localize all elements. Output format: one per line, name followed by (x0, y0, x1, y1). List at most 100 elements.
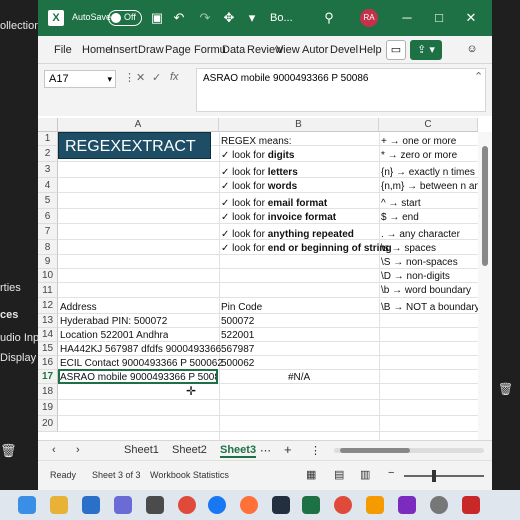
save-icon[interactable]: ▣ (148, 9, 166, 27)
row-header[interactable]: 16 (38, 356, 58, 370)
cell-b6[interactable]: ✓ look for invoice format (221, 212, 336, 223)
app-icon[interactable] (462, 496, 480, 514)
sheet-tab-3[interactable]: Sheet3 (220, 444, 257, 458)
trash-icon[interactable]: 🗑 (0, 443, 17, 459)
cell-b3[interactable]: ✓ look for letters (221, 167, 298, 178)
chevron-down-icon[interactable]: ▾ (107, 71, 112, 87)
page-break-icon[interactable]: ▥ (360, 468, 370, 481)
teams-icon[interactable] (114, 496, 132, 514)
cell-c2[interactable]: * → zero or more (381, 150, 457, 161)
cell-b5[interactable]: ✓ look for email format (221, 198, 327, 209)
tab-developer[interactable]: Devel (330, 44, 358, 56)
page-layout-icon[interactable]: ▤ (334, 468, 344, 481)
workbook-statistics-button[interactable]: Workbook Statistics (150, 470, 229, 480)
cell-c7[interactable]: . → any character (381, 229, 460, 240)
cell-b1[interactable]: REGEX means: (221, 136, 292, 147)
app-icon[interactable] (146, 496, 164, 514)
row-header[interactable]: 12 (38, 298, 58, 314)
cell-b14[interactable]: 522001 (221, 330, 254, 341)
avatar[interactable]: RA (360, 9, 378, 27)
expand-formula-icon[interactable]: ⌃ (474, 70, 483, 83)
cell-b8[interactable]: ✓ look for end or beginning of string (221, 243, 392, 254)
outlook-icon[interactable] (82, 496, 100, 514)
cell-c4[interactable]: {n,m} → between n and (381, 181, 478, 192)
cell-b4[interactable]: ✓ look for words (221, 181, 297, 192)
cell-b16[interactable]: 500062 (221, 358, 254, 369)
row-header[interactable]: 9 (38, 255, 58, 269)
chrome-icon[interactable] (334, 496, 352, 514)
select-all-corner[interactable] (38, 118, 58, 132)
cell-b2[interactable]: ✓ look for digits (221, 150, 294, 161)
trash-icon[interactable]: 🗑 (498, 382, 513, 396)
maximize-icon[interactable]: □ (430, 9, 448, 27)
prev-sheet-icon[interactable]: ‹ (52, 444, 56, 456)
touch-mode-icon[interactable]: ✥ (220, 9, 238, 27)
tab-automate[interactable]: Autor (302, 44, 328, 56)
cell-a16[interactable]: ECIL Contact 9000493366 P 500062 (60, 358, 223, 369)
tab-insert[interactable]: Insert (110, 44, 138, 56)
close-icon[interactable]: ✕ (462, 9, 480, 27)
row-header[interactable]: 6 (38, 209, 58, 224)
worksheet-grid[interactable]: A B C 1 2 3 4 5 6 7 8 9 10 11 12 13 14 15 16 17 18 19 20 RE… (38, 116, 492, 440)
app-icon[interactable] (366, 496, 384, 514)
cell-a15[interactable]: HA442KJ 567987 dfdfs 9000493366 (60, 344, 221, 355)
vertical-scrollbar[interactable] (478, 132, 492, 440)
collaborate-icon[interactable]: ☺ (462, 40, 482, 60)
redo-icon[interactable]: ↷ (196, 9, 214, 27)
tab-data[interactable]: Data (222, 44, 245, 56)
tab-page-layout[interactable]: Page (165, 44, 191, 56)
excel-taskbar-icon[interactable] (302, 496, 320, 514)
facebook-icon[interactable] (208, 496, 226, 514)
cell-b12[interactable]: Pin Code (221, 302, 262, 313)
amazon-icon[interactable] (272, 496, 290, 514)
cell-a14[interactable]: Location 522001 Andhra (60, 330, 168, 341)
cancel-icon[interactable]: ✕ (136, 71, 145, 84)
normal-view-icon[interactable]: ▦ (306, 468, 316, 481)
tab-view[interactable]: View (276, 44, 300, 56)
cell-c12[interactable]: \B → NOT a boundary (381, 302, 480, 313)
share-button[interactable]: ⇪ ▾ (410, 40, 442, 60)
zoom-slider[interactable] (404, 475, 484, 477)
cell-c5[interactable]: ^ → start (381, 198, 421, 209)
chrome-icon[interactable] (178, 496, 196, 514)
cell-c9[interactable]: \S → non-spaces (381, 257, 458, 268)
row-header[interactable]: 1 (38, 132, 58, 146)
scrollbar-thumb[interactable] (340, 448, 410, 453)
minimize-icon[interactable]: ─ (398, 9, 416, 27)
cell-c1[interactable]: + → one or more (381, 136, 456, 147)
column-header-b[interactable]: B (219, 118, 379, 132)
zoom-out-icon[interactable]: − (388, 467, 394, 479)
formula-input[interactable]: ASRAO mobile 9000493366 P 50086 (196, 68, 486, 112)
row-header[interactable]: 11 (38, 283, 58, 298)
cell-a13[interactable]: Hyderabad PIN: 500072 (60, 316, 167, 327)
cell-a12[interactable]: Address (60, 302, 97, 313)
search-icon[interactable]: ⚲ (320, 9, 338, 27)
cell-b7[interactable]: ✓ look for anything repeated (221, 229, 354, 240)
row-header[interactable]: 7 (38, 224, 58, 240)
tab-draw[interactable]: Draw (138, 44, 164, 56)
tab-home[interactable]: Home (82, 44, 111, 56)
cell-b17[interactable]: #N/A (288, 372, 310, 383)
more-sheets-icon[interactable]: ⋯ (260, 444, 271, 457)
next-sheet-icon[interactable]: › (76, 444, 80, 456)
cell-c11[interactable]: \b → word boundary (381, 285, 471, 296)
undo-icon[interactable]: ↶ (170, 9, 188, 27)
zoom-slider-thumb[interactable] (432, 470, 436, 482)
file-explorer-icon[interactable] (50, 496, 68, 514)
row-header[interactable]: 8 (38, 240, 58, 255)
cell-c3[interactable]: {n} → exactly n times (381, 167, 475, 178)
cell-b15[interactable]: 567987 (221, 344, 254, 355)
firefox-icon[interactable] (240, 496, 258, 514)
row-header[interactable]: 19 (38, 400, 58, 416)
row-header[interactable]: 15 (38, 342, 58, 356)
row-header[interactable]: 18 (38, 384, 58, 400)
cell-c8[interactable]: \s → spaces (381, 243, 436, 254)
tab-formulas[interactable]: Formu (194, 44, 226, 56)
row-header[interactable]: 2 (38, 146, 58, 162)
app-icon[interactable] (398, 496, 416, 514)
more-options-icon[interactable]: ⋮ (310, 444, 321, 457)
row-header[interactable]: 3 (38, 162, 58, 178)
settings-icon[interactable] (430, 496, 448, 514)
cell-c6[interactable]: $ → end (381, 212, 419, 223)
row-header[interactable]: 13 (38, 314, 58, 328)
